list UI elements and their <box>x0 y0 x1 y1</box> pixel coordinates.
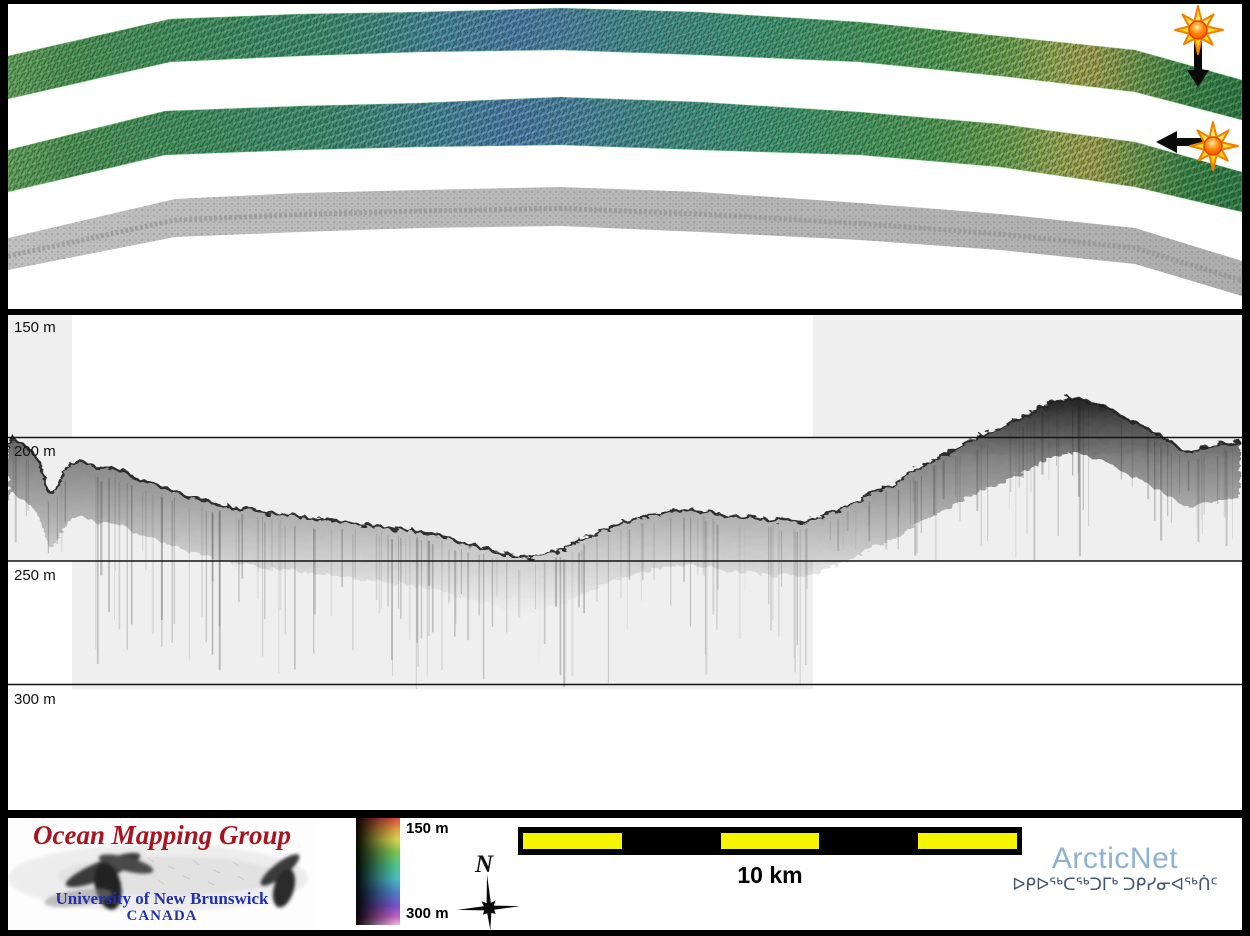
arcticnet-inuktitut: ᐅᑭᐅᖅᑕᖅᑐᒥᒃ ᑐᑭᓯᓂᐊᖅᑏᑦ <box>988 875 1242 895</box>
depth-tick-300m: 300 m <box>14 691 56 708</box>
scale-bar-label: 10 km <box>518 862 1022 889</box>
swath-panel <box>8 4 1242 309</box>
backscatter-swath <box>8 187 1242 296</box>
north-arrow-icon: N <box>445 848 529 932</box>
swath-canvas <box>8 4 1242 309</box>
profile-canvas <box>8 315 1242 810</box>
figure-root: 150 m 200 m 250 m 300 m <box>0 0 1250 936</box>
colorbar-top-label: 150 m <box>406 820 449 837</box>
omg-country: CANADA <box>8 908 316 925</box>
subbottom-profile-panel: 150 m 200 m 250 m 300 m <box>8 315 1242 810</box>
scale-bar-segment <box>819 833 918 849</box>
omg-title: Ocean Mapping Group <box>8 820 316 851</box>
scale-bar-segments <box>523 833 1017 849</box>
colorbar-bottom-label: 300 m <box>406 905 449 922</box>
north-label: N <box>474 851 494 878</box>
north-star-shape <box>457 874 520 930</box>
depth-tick-150m: 150 m <box>14 319 56 336</box>
arcticnet-logo: ArcticNet <box>988 842 1242 876</box>
omg-university: University of New Brunswick <box>8 889 316 909</box>
omg-logo: Ocean Mapping Group University of New Br… <box>8 818 316 930</box>
scale-bar-segment <box>721 833 820 849</box>
depth-tick-250m: 250 m <box>14 567 56 584</box>
legend-panel: Ocean Mapping Group University of New Br… <box>8 818 1242 930</box>
depth-colorbar <box>356 818 400 925</box>
scale-bar-segment <box>622 833 721 849</box>
scale-bar <box>518 827 1022 855</box>
scale-bar-segment <box>523 833 622 849</box>
depth-tick-200m: 200 m <box>14 443 56 460</box>
